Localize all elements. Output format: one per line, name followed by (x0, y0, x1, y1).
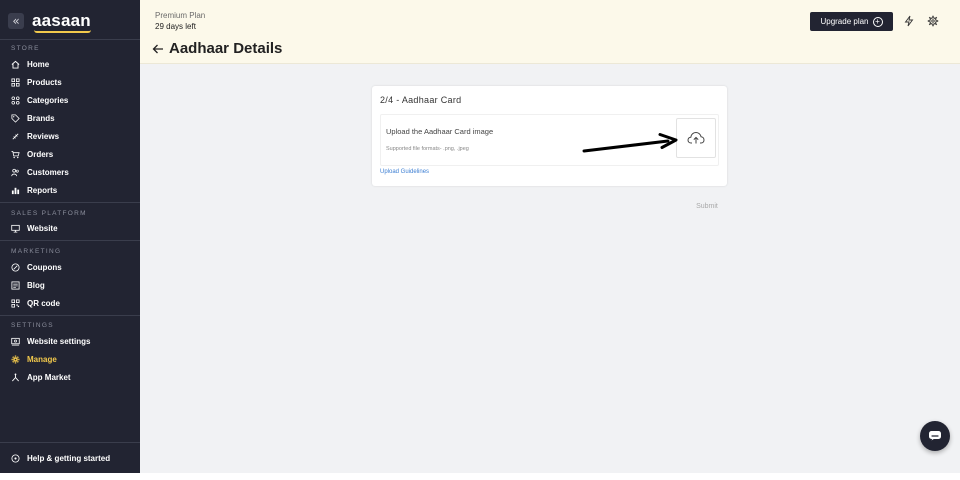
submit-button[interactable]: Submit (688, 200, 726, 214)
sidebar-item-website-settings[interactable]: Website settings (10, 334, 90, 348)
section-label-sales-platform: SALES PLATFORM (11, 210, 87, 217)
upgrade-plan-label: Upgrade plan (820, 17, 869, 26)
sidebar-item-label: Orders (27, 149, 54, 159)
section-label-marketing: MARKETING (11, 248, 62, 255)
divider (0, 442, 140, 443)
sidebar: « aasaan STORE Home Products Categories … (0, 0, 140, 473)
chat-button[interactable] (920, 421, 950, 451)
sidebar-item-reports[interactable]: Reports (10, 183, 57, 197)
bottom-strip (0, 473, 960, 480)
blog-icon (10, 280, 20, 290)
sidebar-item-label: Reports (27, 185, 58, 195)
home-icon (10, 59, 20, 69)
settings-gear-icon[interactable] (927, 15, 939, 27)
page-title: Aadhaar Details (169, 40, 283, 57)
sidebar-item-label: Manage (27, 354, 57, 364)
coupon-icon (10, 262, 20, 272)
sidebar-item-coupons[interactable]: Coupons (10, 260, 62, 274)
app-market-icon (10, 372, 20, 382)
sidebar-item-label: Reviews (27, 131, 60, 141)
sidebar-item-orders[interactable]: Orders (10, 147, 53, 161)
sidebar-item-blog[interactable]: Blog (10, 278, 45, 292)
sidebar-item-products[interactable]: Products (10, 75, 62, 89)
card-step-title: 2/4 - Aadhaar Card (380, 95, 462, 105)
sidebar-top: « aasaan (8, 11, 91, 33)
logo-swoosh (34, 30, 91, 33)
plan-name: Premium Plan (155, 11, 206, 20)
logo[interactable]: aasaan (32, 11, 91, 33)
settings-card-icon (10, 336, 20, 346)
sidebar-item-label: Categories (27, 95, 69, 105)
sidebar-item-label: Products (27, 77, 62, 87)
upload-guidelines-link[interactable]: Upload Guidelines (380, 169, 429, 175)
sidebar-item-website[interactable]: Website (10, 221, 58, 235)
plan-days-left: 29 days left (155, 22, 196, 31)
logo-text: aasaan (32, 11, 91, 30)
help-label: Help & getting started (27, 453, 111, 463)
sidebar-item-label: Website settings (27, 336, 91, 346)
page-title-row: Aadhaar Details (151, 40, 282, 57)
sidebar-item-manage[interactable]: Manage (10, 352, 57, 366)
cart-icon (10, 149, 20, 159)
gear-icon (10, 354, 20, 364)
sidebar-item-reviews[interactable]: Reviews (10, 129, 59, 143)
app: « aasaan STORE Home Products Categories … (0, 0, 960, 473)
plus-circle-icon: + (872, 16, 883, 27)
monitor-icon (10, 223, 20, 233)
section-label-store: STORE (11, 45, 40, 52)
header: Premium Plan 29 days left Aadhaar Detail… (140, 0, 960, 64)
annotation-arrow-icon (582, 133, 678, 153)
tag-icon (10, 113, 20, 123)
lightning-icon[interactable] (903, 15, 915, 27)
sidebar-item-brands[interactable]: Brands (10, 111, 55, 125)
back-arrow-icon[interactable] (151, 42, 165, 56)
sidebar-item-qr-code[interactable]: QR code (10, 296, 60, 310)
qr-icon (10, 298, 20, 308)
sidebar-item-label: App Market (27, 372, 71, 382)
sidebar-item-categories[interactable]: Categories (10, 93, 68, 107)
collapse-sidebar-button[interactable]: « (8, 13, 24, 29)
upgrade-plan-button[interactable]: Upgrade plan + (810, 12, 893, 31)
sidebar-item-label: Coupons (27, 262, 62, 272)
customers-icon (10, 167, 20, 177)
sidebar-item-home[interactable]: Home (10, 57, 49, 71)
divider (0, 39, 140, 40)
divider (0, 240, 140, 241)
cloud-upload-icon (687, 131, 705, 144)
sidebar-item-label: QR code (27, 298, 60, 308)
sidebar-item-label: Customers (27, 167, 69, 177)
sidebar-item-app-market[interactable]: App Market (10, 370, 71, 384)
divider (0, 202, 140, 203)
reports-icon (10, 185, 20, 195)
sidebar-item-customers[interactable]: Customers (10, 165, 69, 179)
categories-icon (10, 95, 20, 105)
reviews-icon (10, 131, 20, 141)
chat-icon (929, 431, 941, 441)
sidebar-item-label: Website (27, 223, 58, 233)
upload-label: Upload the Aadhaar Card image (386, 127, 494, 136)
supported-formats: Supported file formats- .png, .jpeg (386, 146, 469, 152)
sidebar-item-label: Home (27, 59, 50, 69)
help-icon (10, 453, 20, 463)
help-link[interactable]: Help & getting started (10, 451, 110, 465)
sidebar-item-label: Brands (27, 113, 55, 123)
divider (0, 315, 140, 316)
section-label-settings: SETTINGS (11, 322, 54, 329)
products-icon (10, 77, 20, 87)
upload-button[interactable] (676, 118, 716, 158)
sidebar-item-label: Blog (27, 280, 45, 290)
